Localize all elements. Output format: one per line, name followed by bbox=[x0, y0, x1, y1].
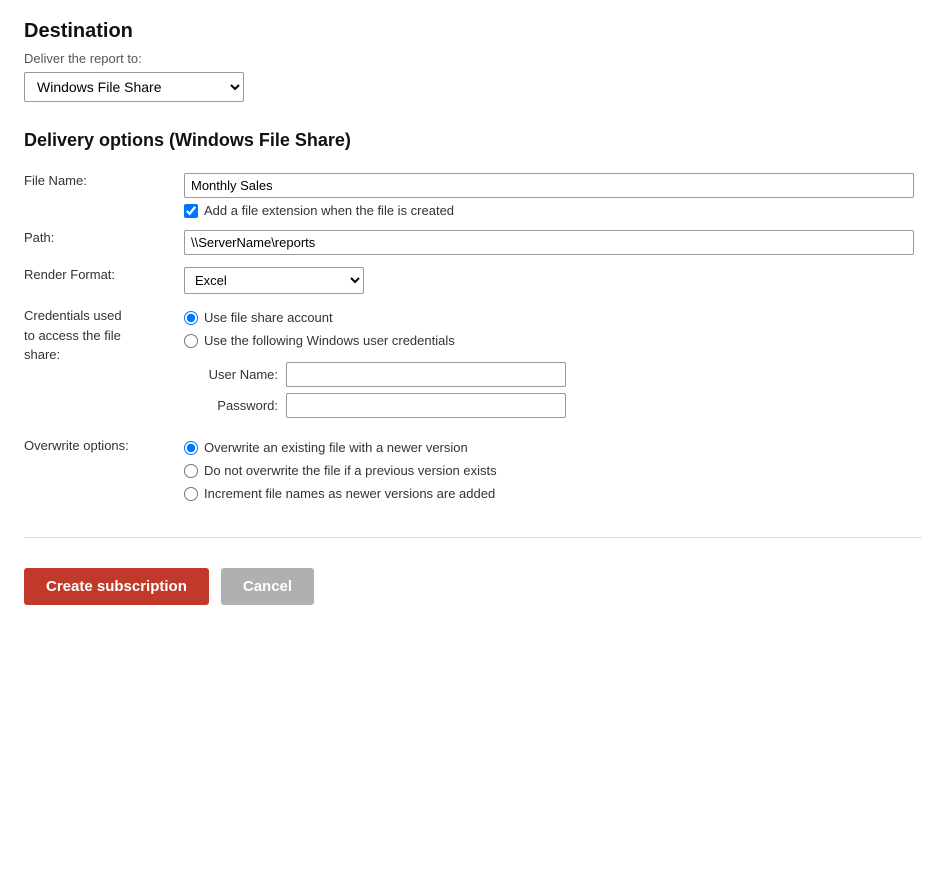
delivery-title: Delivery options (Windows File Share) bbox=[24, 130, 922, 151]
destination-section: Destination Deliver the report to: Windo… bbox=[24, 20, 922, 102]
render-format-select[interactable]: Excel PDF Word CSV XML bbox=[184, 267, 364, 294]
overwrite-option1-label: Overwrite an existing file with a newer … bbox=[204, 440, 468, 455]
overwrite-option2-row: Do not overwrite the file if a previous … bbox=[184, 463, 914, 478]
credential-option2-radio[interactable] bbox=[184, 334, 198, 348]
overwrite-option3-label: Increment file names as newer versions a… bbox=[204, 486, 495, 501]
credential-option1-label: Use file share account bbox=[204, 310, 333, 325]
overwrite-option3-row: Increment file names as newer versions a… bbox=[184, 486, 914, 501]
credentials-label: Credentials usedto access the fileshare: bbox=[24, 300, 184, 430]
overwrite-row: Overwrite options: Overwrite an existing… bbox=[24, 430, 922, 507]
deliver-label: Deliver the report to: bbox=[24, 51, 922, 66]
credentials-sub-form: User Name: Password: bbox=[188, 362, 914, 424]
overwrite-option1-row: Overwrite an existing file with a newer … bbox=[184, 440, 914, 455]
create-subscription-button[interactable]: Create subscription bbox=[24, 568, 209, 605]
credential-option2-label: Use the following Windows user credentia… bbox=[204, 333, 455, 348]
button-row: Create subscription Cancel bbox=[24, 568, 922, 605]
add-extension-checkbox[interactable] bbox=[184, 204, 198, 218]
render-format-label: Render Format: bbox=[24, 261, 184, 300]
file-name-label: File Name: bbox=[24, 167, 184, 224]
credential-option1-row: Use file share account bbox=[184, 310, 914, 325]
overwrite-option1-radio[interactable] bbox=[184, 441, 198, 455]
credential-option2-row: Use the following Windows user credentia… bbox=[184, 333, 914, 348]
render-format-row: Render Format: Excel PDF Word CSV XML bbox=[24, 261, 922, 300]
cancel-button[interactable]: Cancel bbox=[221, 568, 314, 605]
credentials-radio-group: Use file share account Use the following… bbox=[184, 306, 914, 424]
divider bbox=[24, 537, 922, 538]
credential-option1-radio[interactable] bbox=[184, 311, 198, 325]
username-label: User Name: bbox=[188, 367, 278, 382]
destination-select[interactable]: Windows File Share Email SharePoint bbox=[24, 72, 244, 102]
username-row: User Name: bbox=[188, 362, 914, 387]
password-label: Password: bbox=[188, 398, 278, 413]
path-row: Path: bbox=[24, 224, 922, 261]
overwrite-option3-radio[interactable] bbox=[184, 487, 198, 501]
credentials-row: Credentials usedto access the fileshare:… bbox=[24, 300, 922, 430]
delivery-section: Delivery options (Windows File Share) Fi… bbox=[24, 130, 922, 507]
file-name-input[interactable] bbox=[184, 173, 914, 198]
path-label: Path: bbox=[24, 224, 184, 261]
overwrite-radio-group: Overwrite an existing file with a newer … bbox=[184, 436, 914, 501]
password-input[interactable] bbox=[286, 393, 566, 418]
overwrite-option2-label: Do not overwrite the file if a previous … bbox=[204, 463, 497, 478]
delivery-form-table: File Name: Add a file extension when the… bbox=[24, 167, 922, 507]
overwrite-option2-radio[interactable] bbox=[184, 464, 198, 478]
path-input[interactable] bbox=[184, 230, 914, 255]
add-extension-label: Add a file extension when the file is cr… bbox=[204, 203, 454, 218]
destination-title: Destination bbox=[24, 20, 922, 43]
username-input[interactable] bbox=[286, 362, 566, 387]
add-extension-row: Add a file extension when the file is cr… bbox=[184, 203, 914, 218]
overwrite-label: Overwrite options: bbox=[24, 430, 184, 507]
password-row: Password: bbox=[188, 393, 914, 418]
file-name-row: File Name: Add a file extension when the… bbox=[24, 167, 922, 224]
